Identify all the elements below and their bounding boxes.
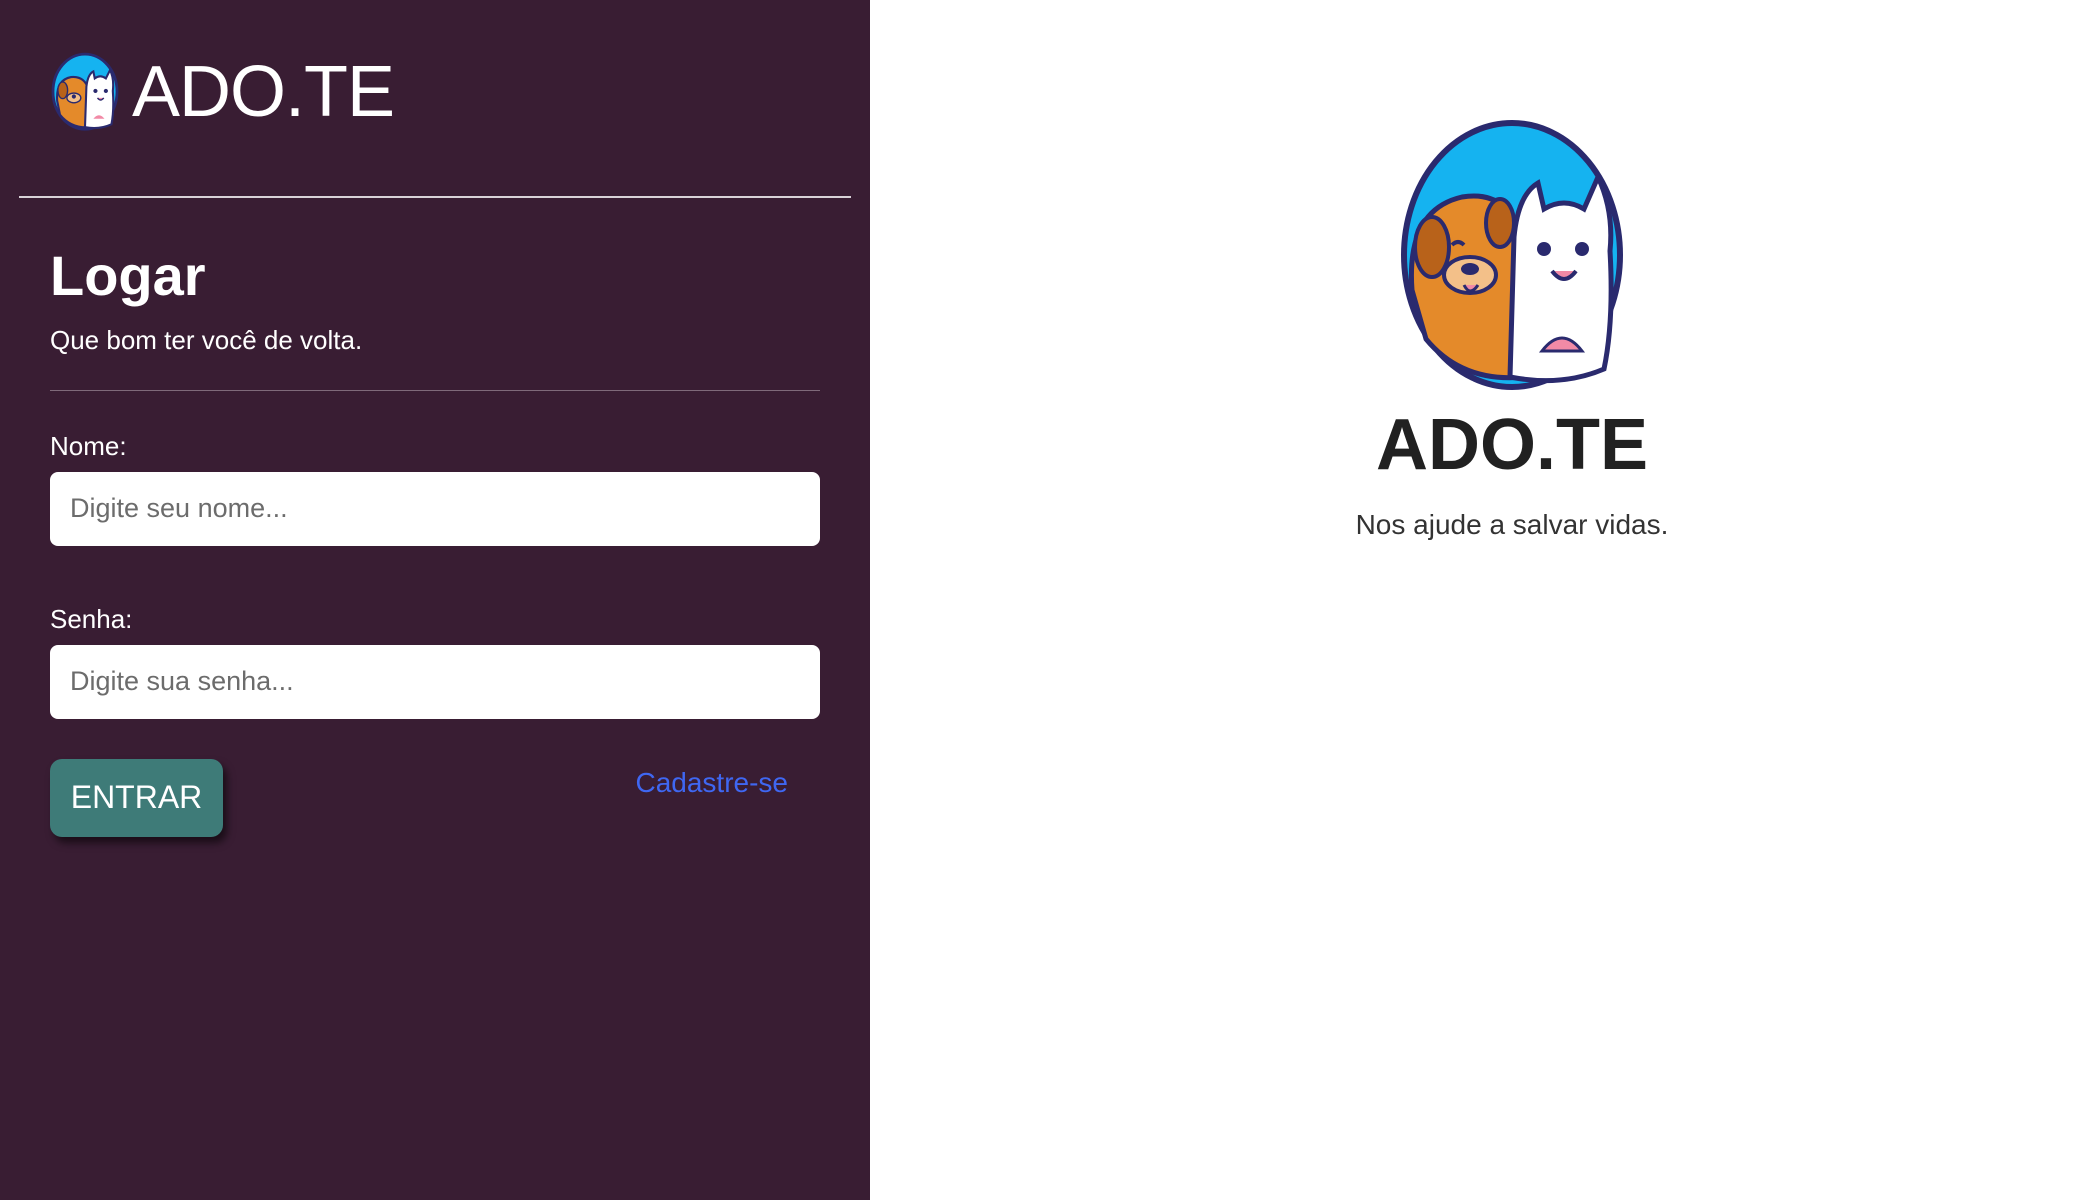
login-panel: ADO.TE Logar Que bom ter você de volta. …	[0, 0, 870, 1200]
form-divider	[50, 389, 820, 391]
hero-tagline: Nos ajude a salvar vidas.	[1355, 509, 1669, 540]
dog-and-cat-logo-icon	[1401, 120, 1623, 390]
signup-link[interactable]: Cadastre-se	[635, 767, 788, 799]
name-label: Nome:	[50, 430, 127, 461]
password-input[interactable]	[50, 644, 820, 719]
login-heading: Logar	[50, 244, 206, 307]
header-divider	[19, 196, 851, 198]
brand-title: ADO.TE	[132, 52, 395, 132]
login-form: Logar Que bom ter você de volta. Nome: S…	[50, 245, 820, 837]
enter-button[interactable]: ENTRAR	[50, 758, 223, 837]
form-actions: ENTRAR Cadastre-se	[50, 758, 820, 837]
brand-header: ADO.TE	[50, 52, 395, 132]
hero-section: ADO.TE Nos ajude a salvar vidas.	[1352, 115, 1672, 541]
password-label: Senha:	[50, 603, 133, 634]
name-input[interactable]	[50, 471, 820, 546]
dog-and-cat-logo-icon	[51, 52, 119, 131]
login-subtitle: Que bom ter você de volta.	[50, 324, 363, 355]
hero-panel: ADO.TE Nos ajude a salvar vidas.	[870, 0, 2075, 1200]
hero-title: ADO.TE	[1375, 405, 1648, 485]
